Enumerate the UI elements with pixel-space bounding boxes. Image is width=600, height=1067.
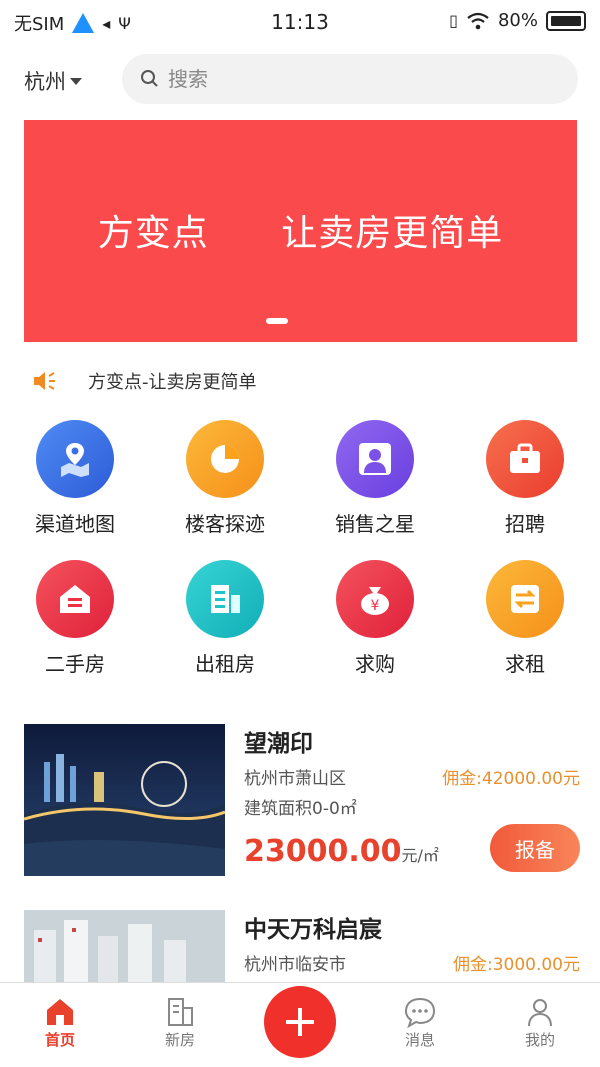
property-listing[interactable]: 望潮印 杭州市萧山区 佣金:42000.00元 建筑面积0-0㎡ 23000.0… xyxy=(24,724,580,876)
grid-icon-bg xyxy=(186,560,264,638)
tab-label: 新房 xyxy=(164,1031,195,1049)
home-icon xyxy=(47,999,73,1025)
listing-info: 中天万科启宸 杭州市临安市 佣金:3000.00元 xyxy=(244,910,580,975)
listing-info: 望潮印 杭州市萧山区 佣金:42000.00元 建筑面积0-0㎡ 23000.0… xyxy=(244,724,580,872)
tab-label: 我的 xyxy=(524,1031,555,1049)
grid-item-want-to-rent[interactable]: 求租 xyxy=(450,560,600,677)
listing-location: 杭州市临安市 xyxy=(244,955,346,975)
grid-icon-bg xyxy=(36,560,114,638)
status-bar: 无SIM ◂ Ψ 11:13 ▯ 80% xyxy=(0,0,600,44)
listing-commission: 佣金:3000.00元 xyxy=(452,955,580,975)
grid-icon-bg xyxy=(336,420,414,498)
search-icon xyxy=(141,70,158,87)
exchange-icon xyxy=(511,585,539,613)
grid-item-rental-house[interactable]: 出租房 xyxy=(150,560,300,677)
grid-label: 渠道地图 xyxy=(35,512,115,536)
listing-location: 杭州市萧山区 xyxy=(244,769,346,789)
promo-banner[interactable]: 方变点 让卖房更简单 xyxy=(24,120,577,342)
tab-messages[interactable]: 消息 xyxy=(360,995,480,1050)
wifi-icon xyxy=(467,12,489,29)
property-image xyxy=(24,910,225,982)
listing-area: 建筑面积0-0㎡ xyxy=(244,799,357,819)
city-selector[interactable]: 杭州 xyxy=(24,66,82,96)
add-button[interactable] xyxy=(264,986,336,1058)
search-bar[interactable] xyxy=(122,54,578,104)
map-icon xyxy=(61,443,89,477)
chevron-down-icon xyxy=(70,77,82,85)
money-bag-icon: ¥ xyxy=(361,587,389,615)
grid-item-want-to-buy[interactable]: ¥ 求购 xyxy=(300,560,450,677)
grid-icon-bg xyxy=(486,420,564,498)
svg-text:¥: ¥ xyxy=(371,598,380,614)
property-image xyxy=(24,724,225,876)
listing-commission: 佣金:42000.00元 xyxy=(442,769,580,789)
grid-icon-bg xyxy=(186,420,264,498)
grid-label: 销售之星 xyxy=(335,512,415,536)
grid-label: 求租 xyxy=(505,652,545,676)
grid-item-sales-star[interactable]: 销售之星 xyxy=(300,420,450,537)
grid-item-second-hand[interactable]: 二手房 xyxy=(0,560,150,677)
banner-text: 方变点 让卖房更简单 xyxy=(97,213,504,254)
header: 杭州 xyxy=(0,52,600,108)
carousel-indicator xyxy=(266,318,288,324)
tab-new-homes[interactable]: 新房 xyxy=(120,995,240,1050)
grid-icon-bg: ¥ xyxy=(336,560,414,638)
price-unit: 元/㎡ xyxy=(401,846,439,865)
person-icon xyxy=(359,443,391,475)
plus-icon xyxy=(286,1008,314,1036)
listing-title: 望潮印 xyxy=(244,731,313,757)
notice-text: 方变点-让卖房更简单 xyxy=(88,372,257,393)
building-icon xyxy=(211,585,240,613)
pie-chart-icon xyxy=(211,445,239,473)
tab-label: 消息 xyxy=(404,1031,435,1049)
vibrate-icon: ▯ xyxy=(449,11,458,30)
grid-label: 招聘 xyxy=(505,512,545,536)
grid-item-recruitment[interactable]: 招聘 xyxy=(450,420,600,537)
building-icon xyxy=(168,998,193,1026)
chat-icon xyxy=(404,997,436,1028)
grid-label: 二手房 xyxy=(45,652,105,676)
city-label: 杭州 xyxy=(24,70,66,94)
battery-percent: 80% xyxy=(497,10,538,31)
grid-item-channel-map[interactable]: 渠道地图 xyxy=(0,420,150,537)
user-icon xyxy=(528,999,552,1027)
battery-icon xyxy=(546,10,586,31)
listing-title: 中天万科启宸 xyxy=(244,917,382,943)
grid-item-property-visits[interactable]: 楼客探迹 xyxy=(150,420,300,537)
report-button[interactable]: 报备 xyxy=(490,824,580,872)
house-icon xyxy=(60,585,90,613)
grid-icon-bg xyxy=(36,420,114,498)
notice-bar[interactable]: 方变点-让卖房更简单 xyxy=(32,366,257,396)
briefcase-icon xyxy=(510,443,540,473)
grid-icon-bg xyxy=(486,560,564,638)
listing-price: 23000.00元/㎡ xyxy=(244,834,439,869)
grid-label: 求购 xyxy=(355,652,395,676)
tab-label: 首页 xyxy=(44,1031,75,1049)
property-listing[interactable]: 中天万科启宸 杭州市临安市 佣金:3000.00元 xyxy=(24,910,580,982)
grid-label: 楼客探迹 xyxy=(185,512,265,536)
tab-home[interactable]: 首页 xyxy=(0,995,120,1050)
price-value: 23000.00 xyxy=(244,834,402,869)
search-input[interactable] xyxy=(168,67,548,91)
tab-profile[interactable]: 我的 xyxy=(480,995,600,1050)
grid-label: 出租房 xyxy=(195,652,255,676)
speaker-icon xyxy=(34,372,55,390)
